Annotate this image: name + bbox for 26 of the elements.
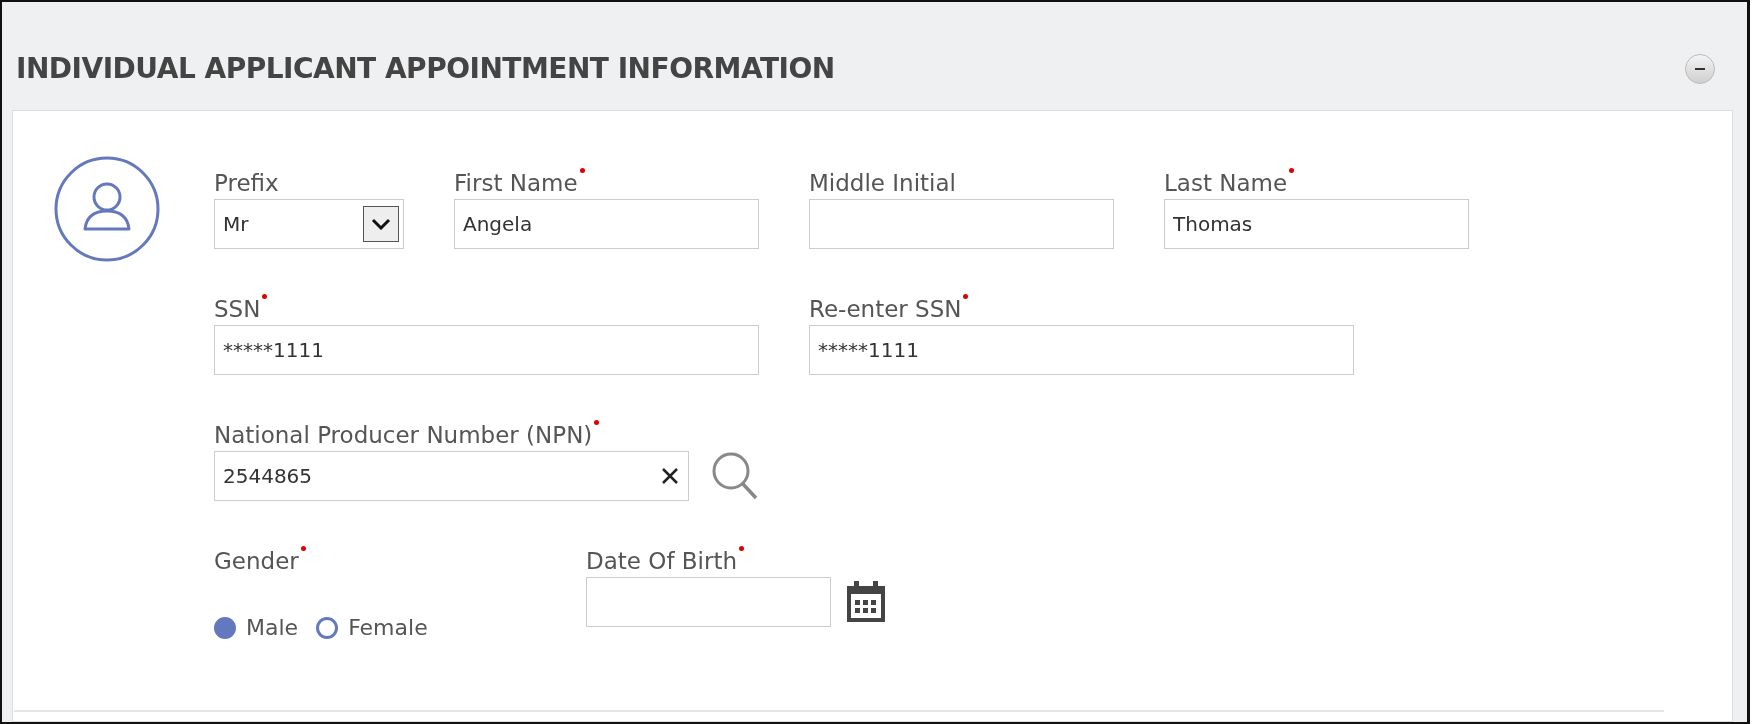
field-label: Re-enter SSN [809,295,962,324]
caret-icon [371,218,391,230]
radio-option[interactable]: Male [214,611,299,644]
field-label: Last Name [1164,169,1288,198]
calendar-icon[interactable] [845,580,887,624]
input-field[interactable]: Thomas [1164,199,1469,249]
date-field[interactable] [586,577,831,627]
input-field[interactable]: *****1111 [809,325,1354,375]
panel-title: INDIVIDUAL APPLICANT APPOINTMENT INFORMATION [16,51,835,87]
input-field[interactable]: Angela [454,199,759,249]
field-label: Date Of Birth [586,547,738,576]
field-label: First Name [454,169,578,198]
prefix-select[interactable]: Mr [214,199,404,249]
field-label: Gender [214,547,299,576]
field-label: SSN [214,295,261,324]
field-label: Middle Initial [809,169,956,198]
collapse-button[interactable] [1685,54,1715,84]
radio-option[interactable]: Female [316,611,428,644]
user-icon [53,155,161,263]
clear-icon[interactable] [661,467,679,485]
input-field[interactable] [809,199,1114,249]
input-field[interactable]: *****1111 [214,325,759,375]
npn-field[interactable]: 2544865 [214,451,689,501]
search-icon[interactable] [711,451,759,501]
field-label: National Producer Number (NPN) [214,421,593,450]
field-label: Prefix [214,169,279,198]
